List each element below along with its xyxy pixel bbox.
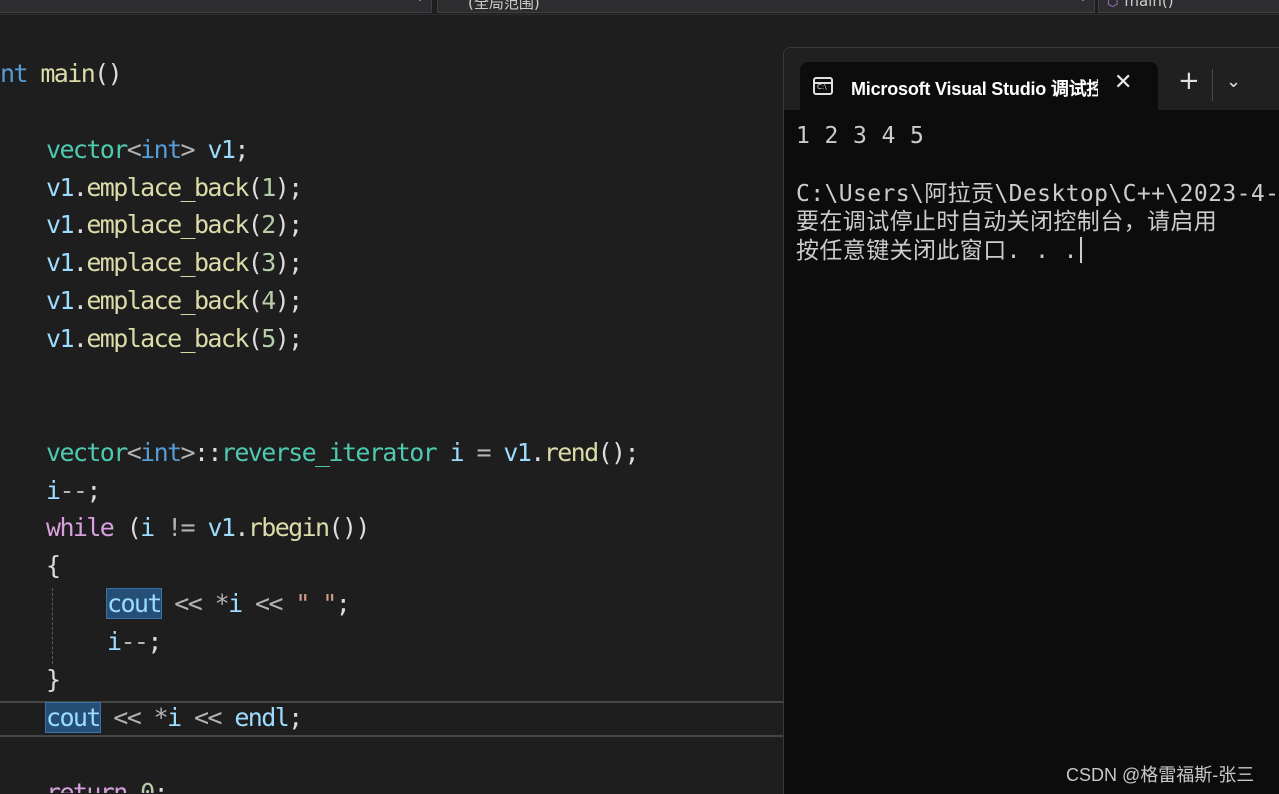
highlighted-reference: cout [45, 702, 101, 733]
highlighted-reference: cout [106, 588, 162, 619]
code-line[interactable]: i--; [46, 472, 101, 510]
code-line[interactable]: return 0; [46, 774, 169, 793]
code-line[interactable]: while (i != v1.rbegin()) [46, 509, 371, 547]
navigation-bar: ⌄ (全局范围) ⌄ ⬡ main() [0, 0, 1279, 15]
code-line[interactable]: vector<int> v1; [46, 131, 249, 169]
function-dropdown[interactable]: ⬡ main() [1098, 0, 1279, 13]
code-line[interactable]: nt main() [0, 55, 123, 93]
function-label: ⬡ main() [1107, 0, 1174, 10]
code-line[interactable]: cout << *i << endl; [45, 699, 303, 737]
code-line[interactable]: v1.emplace_back(5); [46, 320, 303, 358]
console-icon: C:\ [813, 77, 833, 95]
code-line[interactable]: cout << *i << " "; [106, 585, 351, 623]
tab-separator [1212, 69, 1213, 101]
code-line[interactable]: v1.emplace_back(4); [46, 282, 303, 320]
text-cursor [1079, 237, 1082, 263]
code-line[interactable]: vector<int>::reverse_iterator i = v1.ren… [46, 434, 640, 472]
scope-dropdown[interactable]: (全局范围) ⌄ [437, 0, 1095, 13]
console-tab-strip: C:\ Microsoft Visual Studio 调试控制台 ✕ + ⌄ [784, 48, 1279, 110]
code-editor[interactable]: nt main() vector<int> v1; v1.emplace_bac… [0, 16, 783, 793]
new-tab-button[interactable]: + [1178, 68, 1200, 94]
indent-guide [52, 588, 53, 664]
project-dropdown[interactable]: ⌄ [0, 0, 432, 13]
debug-console-window[interactable]: C:\ Microsoft Visual Studio 调试控制台 ✕ + ⌄ … [783, 47, 1279, 794]
scope-label: (全局范围) [468, 0, 540, 12]
code-line[interactable]: v1.emplace_back(1); [46, 169, 303, 207]
console-path-line: C:\Users\阿拉贡\Desktop\C++\2023-4- [796, 181, 1279, 207]
code-line[interactable]: { [46, 547, 61, 585]
code-line[interactable]: v1.emplace_back(2); [46, 206, 303, 244]
function-name: main() [1124, 0, 1174, 10]
cube-icon: ⬡ [1107, 0, 1119, 10]
chevron-down-icon: ⌄ [1078, 0, 1088, 4]
chevron-down-icon[interactable]: ⌄ [1226, 71, 1241, 92]
close-icon[interactable]: ✕ [1114, 70, 1132, 95]
chevron-down-icon: ⌄ [415, 0, 425, 4]
console-hint-line: 要在调试停止时自动关闭控制台，请启用 [796, 209, 1218, 235]
console-prompt-line: 按任意键关闭此窗口. . . [796, 237, 1082, 265]
console-tab-title: Microsoft Visual Studio 调试控制台 [851, 79, 1098, 99]
console-output-line: 1 2 3 4 5 [796, 123, 925, 149]
code-line[interactable]: } [46, 661, 61, 699]
code-line[interactable]: v1.emplace_back(3); [46, 244, 303, 282]
watermark: CSDN @格雷福斯-张三 [1066, 765, 1255, 785]
console-tab[interactable]: C:\ Microsoft Visual Studio 调试控制台 ✕ [800, 62, 1158, 110]
press-key-text: 按任意键关闭此窗口. . . [796, 238, 1078, 264]
code-line[interactable]: i--; [107, 623, 162, 661]
